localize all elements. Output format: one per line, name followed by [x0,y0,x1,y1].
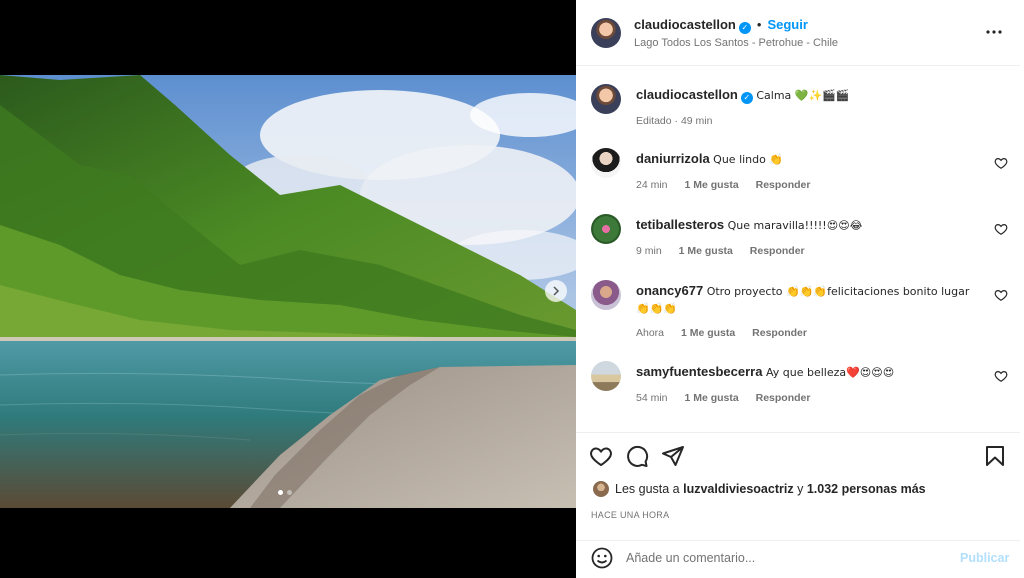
comment-button[interactable] [624,443,650,469]
post-media [0,0,576,578]
paper-plane-icon [662,446,684,466]
comment-input[interactable] [626,551,926,565]
commenter-username[interactable]: samyfuentesbecerra [636,364,762,379]
comment-likes[interactable]: 1 Me gusta [684,179,738,191]
author-username[interactable]: claudiocastellon [634,17,736,32]
like-comment-heart-icon[interactable] [994,156,1008,170]
comment-text: Ay que belleza❤️😍😍😍 [765,366,895,379]
comment-likes[interactable]: 1 Me gusta [684,392,738,404]
verified-badge-icon: ✓ [740,92,753,104]
like-comment-heart-icon[interactable] [994,222,1008,236]
like-button[interactable] [588,443,614,469]
likes-summary: Les gusta a luzvaldiviesoactriz y 1.032 … [593,481,926,497]
carousel-dot [287,490,292,495]
caption-text: Calma 💚✨🎬🎬 [756,89,850,102]
bookmark-icon [986,446,1004,466]
post-location[interactable]: Lago Todos Los Santos - Petrohue - Chile [634,37,838,49]
heart-icon [590,447,612,467]
panel-edge [1020,0,1024,578]
likes-connector: y [797,482,804,496]
verified-badge-icon: ✓ [738,22,751,34]
comment-likes[interactable]: 1 Me gusta [681,327,735,339]
commenter-username[interactable]: daniurrizola [636,151,710,166]
author-avatar[interactable] [591,84,621,114]
comments-list: claudiocastellon ✓ Calma 💚✨🎬🎬 Editado · 4… [576,66,1020,432]
share-button[interactable] [660,443,686,469]
follow-button[interactable]: Seguir [767,17,807,32]
comment-time: 24 min [636,179,668,191]
save-button[interactable] [982,443,1008,469]
smiley-icon [591,547,613,569]
commenter-avatar[interactable] [591,280,621,310]
comment-likes[interactable]: 1 Me gusta [679,245,733,257]
caption-username[interactable]: claudiocastellon [636,87,738,102]
carousel-dot-active [278,490,283,495]
liker-avatar[interactable] [593,481,609,497]
emoji-picker-button[interactable] [590,546,614,570]
like-comment-heart-icon[interactable] [994,369,1008,383]
commenter-avatar[interactable] [591,148,621,178]
reply-button[interactable]: Responder [752,327,807,339]
caption-edited-time: Editado · 49 min [636,115,713,127]
carousel-next-button[interactable] [545,280,567,302]
publish-button[interactable]: Publicar [960,551,1009,565]
likes-prefix: Les gusta a [615,482,680,496]
comment-time: 54 min [636,392,668,404]
carousel-indicator [278,490,292,495]
comment-composer: Publicar [576,540,1020,578]
comment-time: Ahora [636,327,665,339]
commenter-username[interactable]: tetiballesteros [636,217,724,232]
more-options-icon [986,30,1002,34]
like-comment-heart-icon[interactable] [994,288,1008,302]
comment-text: Que maravilla!!!!!😍😍😂 [727,219,863,232]
author-avatar[interactable] [591,18,621,48]
reply-button[interactable]: Responder [750,245,805,257]
comment-text: Que lindo 👏 [713,153,784,166]
post-header: claudiocastellon ✓ • Seguir Lago Todos Los … [576,0,1020,66]
comment-bubble-icon [627,445,649,467]
separator-dot: • [756,17,762,32]
chevron-right-icon [553,286,560,296]
more-options-button[interactable] [984,22,1004,42]
commenter-avatar[interactable] [591,361,621,391]
post-details-panel: claudiocastellon ✓ • Seguir Lago Todos Los … [576,0,1020,578]
likes-count[interactable]: 1.032 personas más [807,482,926,496]
commenter-username[interactable]: onancy677 [636,283,703,298]
post-photo[interactable] [0,75,576,508]
commenter-avatar[interactable] [591,214,621,244]
comment-time: 9 min [636,245,662,257]
liker-username[interactable]: luzvaldiviesoactriz [683,482,793,496]
reply-button[interactable]: Responder [756,179,811,191]
reply-button[interactable]: Responder [756,392,811,404]
post-timestamp: HACE UNA HORA [591,510,670,520]
